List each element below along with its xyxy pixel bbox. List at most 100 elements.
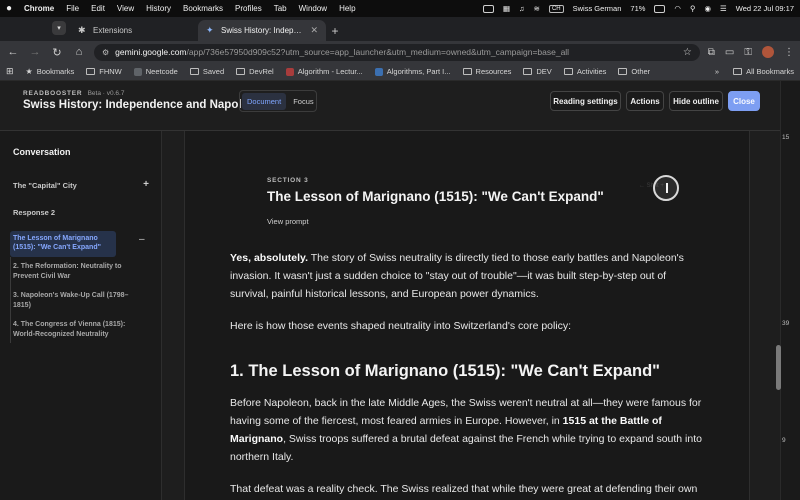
clock[interactable]: Wed 22 Jul 09:17 [736, 4, 794, 13]
page-scrollbar-thumb[interactable] [776, 345, 781, 390]
menu-window[interactable]: Window [299, 4, 327, 13]
bookmark-saved[interactable]: Saved [189, 67, 224, 76]
new-tab-button[interactable]: + [326, 20, 344, 41]
view-prompt-link[interactable]: View prompt [267, 217, 309, 226]
site-icon [133, 67, 142, 76]
bookmark-activities[interactable]: Activities [563, 67, 607, 76]
outline-item-label: Response 2 [13, 208, 56, 217]
outline-item-napoleon[interactable]: 3. Napoleon's Wake-Up Call (1798–1815) [13, 291, 135, 310]
tab-title: Swiss History: Independence [221, 26, 304, 35]
extensions-icon[interactable]: ⧉ [708, 47, 715, 58]
folder-icon [462, 68, 472, 75]
hide-outline-button[interactable]: Hide outline [669, 91, 723, 111]
password-icon[interactable]: ⚿ [744, 47, 752, 58]
outline-item-response-2[interactable]: Response 2 [13, 208, 149, 217]
bookmark-resources[interactable]: Resources [462, 67, 511, 76]
actions-button[interactable]: Actions [626, 91, 664, 111]
menu-history[interactable]: History [146, 4, 171, 13]
bookmark-other[interactable]: Other [618, 67, 650, 76]
recording-icon[interactable] [482, 4, 494, 13]
outline-item-congress-vienna[interactable]: 4. The Congress of Vienna (1815): World-… [13, 320, 135, 339]
outline-item-marignano[interactable]: The Lesson of Marignano (1515): "We Can'… [10, 231, 116, 257]
bookmark-label: Algorithm - Lectur... [297, 67, 363, 76]
user-icon[interactable]: ◉ [704, 4, 711, 13]
bookmark-label: Other [631, 67, 651, 76]
close-tab-icon[interactable]: ✕ [310, 25, 318, 36]
outline-item-reformation[interactable]: 2. The Reformation: Neutrality to Preven… [13, 262, 135, 281]
menu-tab[interactable]: Tab [274, 4, 287, 13]
folder-icon [563, 68, 573, 75]
menu-bookmarks[interactable]: Bookmarks [183, 4, 223, 13]
site-icon [285, 67, 294, 76]
reader-header: READBOOSTER Beta · v0.6.7 Swiss History:… [0, 81, 780, 131]
all-bookmarks[interactable]: All Bookmarks [733, 67, 794, 76]
profile-avatar[interactable] [762, 46, 774, 58]
layout-icon[interactable]: ▦ [503, 4, 510, 13]
input-language[interactable]: Swiss German [573, 4, 622, 13]
bookmark-dev[interactable]: DEV [523, 67, 552, 76]
forward-icon[interactable]: → [28, 45, 42, 59]
plus-icon: + [331, 23, 339, 38]
menu-file[interactable]: File [66, 4, 79, 13]
bookmark-label: DEV [536, 67, 552, 76]
spotlight-icon[interactable]: ⚲ [690, 4, 696, 13]
site-info-icon[interactable]: ⚙ [102, 48, 109, 57]
side-panel-icon[interactable]: ▭ [725, 47, 734, 58]
bookmarks-bar: ⊞ ★ Bookmarks FHNW Neetcode Saved DevRel … [0, 63, 800, 81]
bookmark-label: DevRel [249, 67, 274, 76]
tab-search-button[interactable]: ▾ [52, 21, 66, 35]
bookmark-bookmarks[interactable]: ★ Bookmarks [26, 67, 75, 76]
reading-settings-button[interactable]: Reading settings [550, 91, 621, 111]
collapse-icon[interactable]: – [139, 234, 145, 245]
menu-profiles[interactable]: Profiles [235, 4, 262, 13]
tab-extensions[interactable]: ✱ Extensions [70, 20, 198, 41]
brand: READBOOSTER Beta · v0.6.7 [23, 90, 124, 97]
bookmark-algorithm-lecture[interactable]: Algorithm - Lectur... [285, 67, 363, 76]
browser-toolbar: ← → ↻ ⌂ ⚙ gemini.google.com/app/736e5795… [0, 41, 800, 63]
menu-edit[interactable]: Edit [91, 4, 105, 13]
outline-item-capital-city[interactable]: The "Capital" City + [13, 179, 149, 190]
edge-number-1: 15 [782, 134, 790, 141]
input-source-icon[interactable]: CH [548, 4, 564, 13]
view-mode-toggle: Document Focus [239, 90, 317, 112]
bookmark-neetcode[interactable]: Neetcode [133, 67, 178, 76]
back-icon[interactable]: ← [6, 45, 20, 59]
bookmark-label: FHNW [99, 67, 122, 76]
stack-icon[interactable]: ≋ [534, 4, 540, 13]
apps-grid-icon[interactable]: ⊞ [6, 66, 14, 77]
home-icon[interactable]: ⌂ [72, 45, 86, 59]
paragraph-3: Before Napoleon, back in the late Middle… [230, 394, 705, 466]
bookmark-fhnw[interactable]: FHNW [86, 67, 122, 76]
apple-icon[interactable]: ● [6, 3, 16, 14]
menu-view[interactable]: View [117, 4, 134, 13]
bookmarks-overflow-button[interactable]: » [715, 67, 719, 76]
music-icon[interactable]: ♫ [519, 4, 525, 13]
gemini-icon: ✦ [206, 25, 214, 35]
folder-icon [523, 68, 533, 75]
wifi-icon[interactable]: ◠ [674, 4, 681, 13]
tab-swiss-history[interactable]: ✦ Swiss History: Independence ✕ [198, 20, 326, 41]
battery-icon[interactable] [654, 4, 666, 13]
bookmark-label: Neetcode [145, 67, 178, 76]
expand-icon[interactable]: + [143, 179, 149, 190]
bookmark-label: Activities [576, 67, 607, 76]
address-bar[interactable]: ⚙ gemini.google.com/app/736e57950d909c52… [94, 43, 700, 61]
section-title: The Lesson of Marignano (1515): "We Can'… [267, 189, 604, 204]
control-center-icon[interactable]: ☰ [720, 4, 727, 13]
bookmark-devrel[interactable]: DevRel [236, 67, 274, 76]
view-focus-button[interactable]: Focus [288, 93, 318, 110]
menu-app-name[interactable]: Chrome [24, 4, 54, 13]
paragraph-2: Here is how those events shaped neutrali… [230, 320, 572, 332]
bookmark-label: Algorithms, Part I... [386, 67, 451, 76]
url-text[interactable]: gemini.google.com/app/736e57950d909c52?u… [115, 47, 677, 57]
paragraph-3-text-b: , Swiss troops suffered a brutal defeat … [230, 433, 702, 463]
reload-icon[interactable]: ↻ [50, 45, 64, 59]
bookmark-star-icon[interactable]: ☆ [683, 47, 692, 58]
outline-rail [10, 257, 11, 343]
view-document-button[interactable]: Document [242, 92, 287, 110]
menu-help[interactable]: Help [339, 4, 355, 13]
close-button[interactable]: Close [728, 91, 760, 111]
bookmark-algorithms-part[interactable]: Algorithms, Part I... [374, 67, 451, 76]
more-menu-icon[interactable]: ⋮ [784, 47, 794, 58]
bookmark-label: Bookmarks [36, 67, 75, 76]
